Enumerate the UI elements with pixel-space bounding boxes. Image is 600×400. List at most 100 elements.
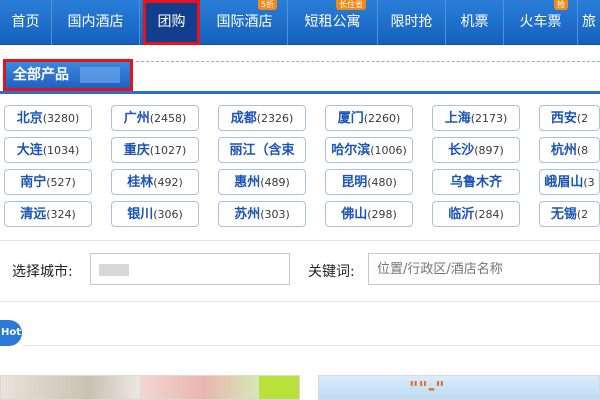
- nav-badge: 长住省: [336, 0, 366, 10]
- city-count: (2326): [256, 112, 294, 125]
- city-name: 广州: [123, 111, 150, 126]
- city-link[interactable]: 昆明(480): [325, 169, 413, 195]
- city-name: 哈尔滨: [331, 143, 371, 158]
- city-name: 临沂: [448, 207, 475, 222]
- nav-label: 首页: [11, 14, 40, 30]
- all-products-tab[interactable]: 全部产品: [3, 59, 133, 91]
- nav-label: 短租公寓: [304, 14, 361, 30]
- city-name: 杭州: [550, 143, 577, 158]
- nav-travel[interactable]: 旅: [578, 0, 600, 45]
- city-count: (1027): [149, 144, 187, 157]
- city-link[interactable]: 南宁(527): [4, 169, 92, 195]
- city-link[interactable]: 大连(1034): [4, 137, 92, 163]
- keyword-label: 关键词:: [308, 264, 355, 280]
- city-name: 佛山: [341, 207, 368, 222]
- city-link[interactable]: 惠州(489): [218, 169, 306, 195]
- city-link[interactable]: 乌鲁木齐: [432, 169, 520, 195]
- nav-train-tickets[interactable]: 火车票 抢: [504, 0, 578, 45]
- city-name: 昆明: [341, 175, 368, 190]
- city-name: 桂林: [127, 175, 154, 190]
- nav-flights[interactable]: 机票: [446, 0, 504, 45]
- city-count: (306): [153, 208, 183, 221]
- city-name: 北京: [16, 111, 43, 126]
- city-count: (2260): [363, 112, 401, 125]
- blurred-region: [99, 264, 129, 276]
- city-count: (2458): [149, 112, 187, 125]
- city-name: 峨眉山: [544, 175, 584, 190]
- city-name: 丽江（含束: [229, 143, 295, 158]
- city-name: 清远: [20, 207, 47, 222]
- city-select-input[interactable]: [90, 253, 290, 285]
- city-count: (1006): [370, 144, 407, 157]
- deal-thumbnail[interactable]: [0, 375, 150, 400]
- city-link[interactable]: 杭州(8: [539, 137, 600, 163]
- city-name: 无锡: [550, 207, 577, 222]
- city-name: 西安: [550, 111, 577, 126]
- top-nav-bar: 首页 国内酒店 团购 国际酒店 5折 短租公寓 长住省 限时抢 机票 火车票 抢…: [0, 0, 600, 45]
- city-name: 成都: [230, 111, 257, 126]
- city-link[interactable]: 广州(2458): [111, 105, 199, 131]
- deal-thumbnail[interactable]: [140, 375, 300, 400]
- nav-short-rental[interactable]: 短租公寓 长住省: [288, 0, 378, 45]
- section-divider: [136, 61, 600, 91]
- nav-badge: 5折: [258, 0, 278, 10]
- city-link[interactable]: 西安(2: [539, 105, 600, 131]
- city-count: (489): [260, 176, 290, 189]
- hot-icon: Hot: [0, 320, 22, 346]
- nav-label: 国内酒店: [67, 14, 124, 30]
- city-link[interactable]: 苏州(303): [218, 201, 306, 227]
- city-count: (324): [46, 208, 76, 221]
- city-link[interactable]: 丽江（含束: [218, 137, 306, 163]
- city-name: 大连: [16, 143, 43, 158]
- city-count: (284): [474, 208, 504, 221]
- city-count: (897): [474, 144, 504, 157]
- nav-label: 国际酒店: [216, 14, 273, 30]
- city-count: (1034): [42, 144, 80, 157]
- city-count: (2: [576, 112, 589, 125]
- city-link[interactable]: 厦门(2260): [325, 105, 413, 131]
- section-header: 全部产品: [0, 55, 600, 95]
- city-link[interactable]: 佛山(298): [325, 201, 413, 227]
- nav-group-buy[interactable]: 团购: [143, 0, 200, 45]
- city-count: (3: [583, 176, 595, 189]
- deal-banner[interactable]: ""-": [318, 375, 600, 400]
- city-link[interactable]: 成都(2326): [218, 105, 306, 131]
- search-bar: 选择城市: 关键词:: [0, 240, 600, 302]
- city-link[interactable]: 无锡(2: [539, 201, 600, 227]
- city-link[interactable]: 上海(2173): [432, 105, 520, 131]
- city-link[interactable]: 峨眉山(3: [539, 169, 600, 195]
- city-name: 南宁: [20, 175, 47, 190]
- city-link[interactable]: 长沙(897): [432, 137, 520, 163]
- nav-label: 团购: [157, 14, 186, 30]
- nav-label: 机票: [460, 14, 489, 30]
- blurred-region: [80, 67, 120, 83]
- thumbnail-graphic: [259, 376, 299, 399]
- nav-international-hotels[interactable]: 国际酒店 5折: [202, 0, 288, 45]
- city-link[interactable]: 临沂(284): [432, 201, 520, 227]
- city-name: 银川: [127, 207, 154, 222]
- city-name: 重庆: [123, 143, 150, 158]
- nav-flash-sale[interactable]: 限时抢: [378, 0, 446, 45]
- city-link[interactable]: 桂林(492): [111, 169, 199, 195]
- city-link[interactable]: 清远(324): [4, 201, 92, 227]
- city-link[interactable]: 重庆(1027): [111, 137, 199, 163]
- city-name: 长沙: [448, 143, 475, 158]
- city-count: (2173): [470, 112, 508, 125]
- section-underline: [0, 91, 600, 94]
- city-grid: 北京(3280) 广州(2458) 成都(2326) 厦门(2260) 上海(2173)…: [0, 100, 600, 230]
- nav-domestic-hotels[interactable]: 国内酒店: [52, 0, 140, 45]
- city-count: (303): [260, 208, 290, 221]
- city-name: 厦门: [337, 111, 364, 126]
- city-count: (298): [367, 208, 397, 221]
- city-count: (2: [576, 208, 589, 221]
- city-count: (8: [576, 144, 589, 157]
- nav-home[interactable]: 首页: [0, 0, 52, 45]
- city-link[interactable]: 北京(3280): [4, 105, 92, 131]
- nav-label: 限时抢: [390, 14, 433, 30]
- city-name: 上海: [444, 111, 471, 126]
- section-title: 全部产品: [13, 67, 69, 83]
- hot-divider: [22, 345, 600, 346]
- city-link[interactable]: 哈尔滨(1006): [325, 137, 413, 163]
- city-link[interactable]: 银川(306): [111, 201, 199, 227]
- keyword-input[interactable]: [368, 253, 600, 285]
